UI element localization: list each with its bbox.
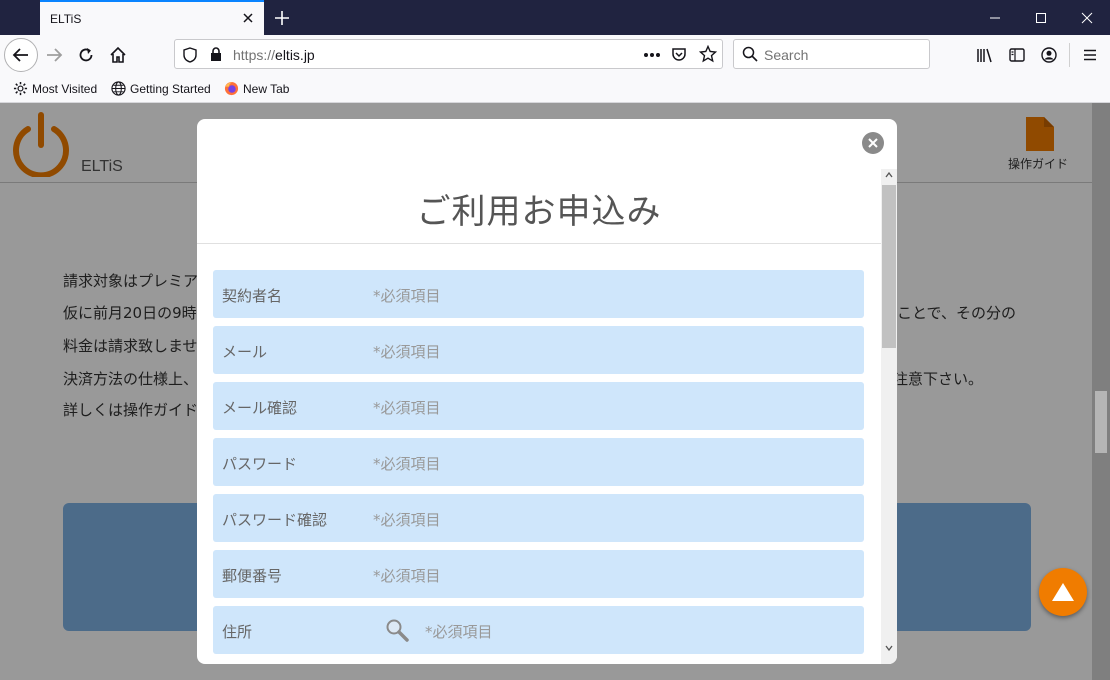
field-label: 契約者名 (222, 287, 283, 305)
field-label: パスワード (222, 455, 298, 473)
bookmark-star-icon[interactable] (699, 45, 717, 63)
globe-icon (111, 81, 126, 96)
bookmark-label: Getting Started (130, 81, 211, 96)
new-tab-icon[interactable] (272, 8, 292, 28)
search-placeholder: Search (764, 47, 809, 63)
back-arrow-icon (12, 48, 28, 62)
bookmark-label: Most Visited (32, 81, 98, 96)
browser-tab[interactable]: ELTiS (40, 0, 264, 35)
field-label: 郵便番号 (222, 567, 283, 585)
shield-icon[interactable] (183, 47, 197, 63)
contractor-name-field[interactable]: 契約者名 *必須項目 (213, 270, 864, 318)
home-icon (110, 46, 126, 63)
postal-code-field[interactable]: 郵便番号 *必須項目 (213, 550, 864, 598)
firefox-icon (224, 81, 239, 96)
pocket-icon[interactable] (671, 46, 687, 62)
url-protocol: https:// (233, 47, 276, 63)
sidebar-icon (1009, 48, 1025, 62)
lock-icon[interactable] (209, 46, 223, 62)
search-bar[interactable]: Search (733, 39, 930, 69)
email-confirm-field[interactable]: メール確認 *必須項目 (213, 382, 864, 430)
toolbar-separator (1069, 43, 1070, 67)
page-scrollbar-thumb[interactable] (1095, 391, 1107, 453)
email-input[interactable]: *必須項目 (373, 341, 441, 362)
password-confirm-field[interactable]: パスワード確認 *必須項目 (213, 494, 864, 542)
bookmarks-toolbar: Most Visited Getting Started New Tab (0, 75, 1110, 103)
modal-scrollbar[interactable] (881, 169, 897, 664)
menu-button[interactable] (1074, 39, 1106, 71)
close-icon (868, 138, 878, 148)
address-search-icon[interactable] (385, 618, 409, 642)
address-input[interactable]: *必須項目 (425, 621, 493, 642)
modal-title: ご利用お申込み (416, 192, 662, 232)
sidebar-button[interactable] (1001, 39, 1033, 71)
reload-button[interactable] (70, 39, 102, 71)
bookmark-most-visited[interactable]: Most Visited (13, 81, 97, 96)
modal-scrollbar-thumb[interactable] (882, 185, 896, 348)
hamburger-menu-icon (1084, 49, 1096, 61)
maximize-button[interactable] (1018, 0, 1064, 35)
password-input[interactable]: *必須項目 (373, 453, 441, 474)
library-button[interactable] (969, 39, 1001, 71)
modal-close-button[interactable] (862, 132, 884, 154)
url-text: https://eltis.jp (233, 47, 315, 63)
field-label: 住所 (222, 623, 253, 641)
bookmark-label: New Tab (243, 81, 290, 96)
close-window-button[interactable] (1064, 0, 1110, 35)
bookmark-new-tab[interactable]: New Tab (224, 81, 289, 96)
field-label: パスワード確認 (222, 511, 328, 529)
address-field[interactable]: 住所 *必須項目 (213, 606, 864, 654)
forward-arrow-icon (47, 48, 63, 62)
reload-icon (79, 48, 93, 62)
close-tab-icon[interactable] (240, 10, 256, 26)
application-modal: ご利用お申込み 契約者名 *必須項目 メール *必須項目 メール確認 *必須項目… (197, 119, 897, 664)
forward-button[interactable] (38, 39, 70, 71)
scroll-to-top-button[interactable] (1039, 568, 1087, 616)
minimize-icon (990, 17, 1000, 18)
scroll-down-arrow-icon[interactable] (885, 645, 893, 651)
password-field[interactable]: パスワード *必須項目 (213, 438, 864, 486)
maximize-icon (1036, 12, 1046, 23)
gear-icon (13, 81, 28, 96)
navigation-toolbar: https://eltis.jp Search (0, 35, 1110, 75)
account-icon (1041, 47, 1057, 63)
password-confirm-input[interactable]: *必須項目 (373, 509, 441, 530)
bookmark-getting-started[interactable]: Getting Started (111, 81, 211, 96)
more-actions-icon[interactable] (643, 52, 661, 58)
library-icon (977, 48, 992, 63)
tab-title: ELTiS (50, 12, 82, 26)
email-field[interactable]: メール *必須項目 (213, 326, 864, 374)
field-label: メール (222, 343, 268, 361)
address-bar[interactable]: https://eltis.jp (174, 39, 723, 69)
account-button[interactable] (1033, 39, 1065, 71)
search-icon (742, 46, 758, 62)
url-domain: eltis.jp (275, 47, 315, 63)
back-button[interactable] (4, 38, 38, 72)
home-button[interactable] (102, 39, 134, 71)
close-icon (1081, 12, 1093, 23)
modal-divider (197, 243, 881, 244)
postal-code-input[interactable]: *必須項目 (373, 565, 441, 586)
scroll-up-arrow-icon[interactable] (885, 172, 893, 178)
contractor-name-input[interactable]: *必須項目 (373, 285, 441, 306)
page-scrollbar[interactable] (1092, 103, 1110, 680)
email-confirm-input[interactable]: *必須項目 (373, 397, 441, 418)
browser-titlebar: ELTiS (0, 0, 1110, 35)
triangle-up-icon (1052, 583, 1074, 601)
field-label: メール確認 (222, 399, 298, 417)
minimize-button[interactable] (972, 0, 1018, 35)
